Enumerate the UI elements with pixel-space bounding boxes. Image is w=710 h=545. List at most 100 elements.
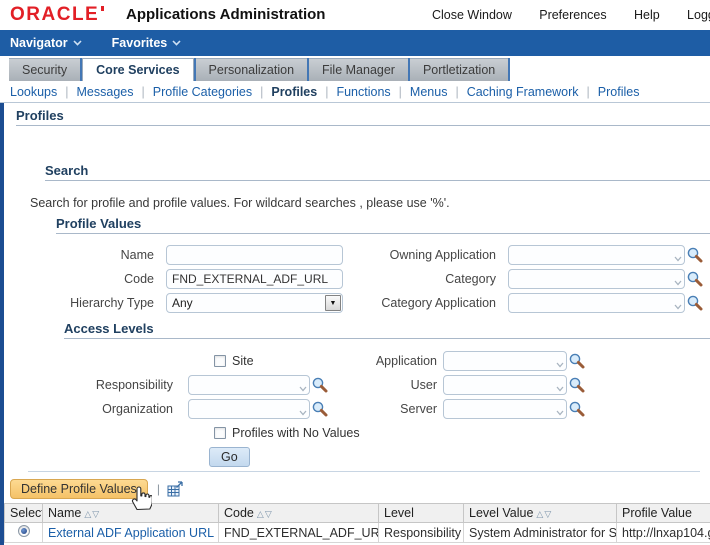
tab-core-services[interactable]: Core Services [82,58,194,81]
preferences-link[interactable]: Preferences [539,8,606,22]
subnav-separator: | [325,84,329,99]
server-label: Server [400,402,437,416]
dropdown-arrow-icon[interactable]: ▼ [325,295,341,311]
subnav-messages[interactable]: Messages [77,85,134,99]
detach-table-icon[interactable] [167,480,184,498]
define-profile-values-button[interactable]: Define Profile Values [10,479,148,499]
category-label: Category [445,272,496,286]
search-heading: Search [45,163,710,181]
search-description: Search for profile and profile values. F… [30,196,450,210]
subnav-profiles-current: Profiles [271,84,318,99]
category-application-label: Category Application [381,296,496,310]
column-level: Level [378,503,464,523]
hierarchy-type-value: Any [172,296,193,310]
table-row: External ADF Application URL FND_EXTERNA… [4,522,710,543]
logout-link[interactable]: Logg [687,8,710,22]
column-level-value[interactable]: Level Value △▽ [463,503,617,523]
column-code[interactable]: Code △▽ [218,503,379,523]
tab-bar: Security Core Services Personalization F… [0,58,710,81]
code-input[interactable] [166,269,343,289]
close-window-link[interactable]: Close Window [432,8,512,22]
tab-separator [508,58,511,81]
responsibility-input[interactable] [188,375,310,395]
sort-ascending-icon[interactable]: △ [536,509,543,519]
chevron-down-icon [73,40,82,46]
application-label: Application [375,354,437,368]
flashlight-search-icon[interactable] [568,352,586,370]
sort-descending-icon[interactable]: ▽ [544,509,551,519]
navigator-menu[interactable]: Navigator [10,36,82,50]
content-left-border [0,103,4,545]
profiles-with-no-values-checkbox[interactable] [214,427,226,439]
flashlight-search-icon[interactable] [686,294,704,312]
owning-application-input[interactable] [508,245,685,265]
tab-personalization[interactable]: Personalization [195,58,308,81]
profiles-with-no-values-label: Profiles with No Values [232,426,360,440]
site-label: Site [232,354,254,368]
application-window: ORACLE Applications Administration Close… [0,0,710,545]
profile-values-heading: Profile Values [56,216,710,234]
profile-value-cell: http://lnxap104.g [616,522,710,543]
global-links: Close Window Preferences Help Logg [432,8,710,22]
application-input[interactable] [443,351,567,371]
favorites-menu[interactable]: Favorites [112,36,182,50]
subnav-functions[interactable]: Functions [336,85,390,99]
main-menu-bar: Navigator Favorites [0,30,710,56]
help-link[interactable]: Help [634,8,660,22]
profile-code-cell: FND_EXTERNAL_ADF_URL [218,522,379,543]
sort-ascending-icon[interactable]: △ [257,509,264,519]
column-select: Select [4,503,43,523]
subnav-separator: | [260,84,264,99]
profile-level-value-cell: System Administrator for SA [463,522,617,543]
sort-descending-icon[interactable]: ▽ [265,509,272,519]
subnav-separator: | [65,84,69,99]
site-checkbox-row: Site [214,354,304,368]
user-input[interactable] [443,375,567,395]
organization-label: Organization [102,402,173,416]
subnav-profiles-link[interactable]: Profiles [598,85,640,99]
flashlight-search-icon[interactable] [686,246,704,264]
tab-security[interactable]: Security [9,58,81,81]
subnav-menus[interactable]: Menus [410,85,448,99]
subnav-separator: | [586,84,590,99]
subnav-lookups[interactable]: Lookups [10,85,57,99]
server-input[interactable] [443,399,567,419]
subnav-separator: | [141,84,145,99]
tab-portletization[interactable]: Portletization [409,58,509,81]
subnav-caching-framework[interactable]: Caching Framework [467,85,579,99]
sort-ascending-icon[interactable]: △ [84,509,91,519]
subnav-separator: | [455,84,459,99]
hierarchy-type-dropdown[interactable]: Any ▼ [166,293,343,313]
table-header-row: Select Name △▽ Code △▽ Level Level Value △▽… [4,503,710,523]
profile-level-cell: Responsibility [378,522,464,543]
content-area: Profiles Search Search for profile and p… [0,103,710,545]
name-label: Name [120,248,154,262]
hierarchy-type-label: Hierarchy Type [70,296,154,310]
owning-application-label: Owning Application [389,248,496,262]
user-label: User [410,378,437,392]
column-profile-value: Profile Value [616,503,710,523]
oracle-logo-tick [101,6,105,11]
tab-file-manager[interactable]: File Manager [309,58,408,81]
sort-descending-icon[interactable]: ▽ [92,509,99,519]
category-input[interactable] [508,269,685,289]
site-checkbox[interactable] [214,355,226,367]
flashlight-search-icon[interactable] [686,270,704,288]
profile-values-form: Name Owning Application Code Category Hi… [4,243,710,315]
subnav-separator: | [398,84,402,99]
column-name[interactable]: Name △▽ [42,503,219,523]
flashlight-search-icon[interactable] [568,376,586,394]
row-select-radio[interactable] [17,525,30,537]
toolbar-separator: | [156,482,160,496]
organization-input[interactable] [188,399,310,419]
profile-name-link[interactable]: External ADF Application URL [48,526,214,540]
access-levels-heading: Access Levels [64,321,710,339]
flashlight-search-icon[interactable] [568,400,586,418]
go-button[interactable]: Go [209,447,250,467]
subnav-profile-categories[interactable]: Profile Categories [153,85,252,99]
section-divider [28,471,700,472]
code-label: Code [124,272,154,286]
name-input[interactable] [166,245,343,265]
category-application-input[interactable] [508,293,685,313]
results-toolbar: Define Profile Values | [4,478,710,500]
